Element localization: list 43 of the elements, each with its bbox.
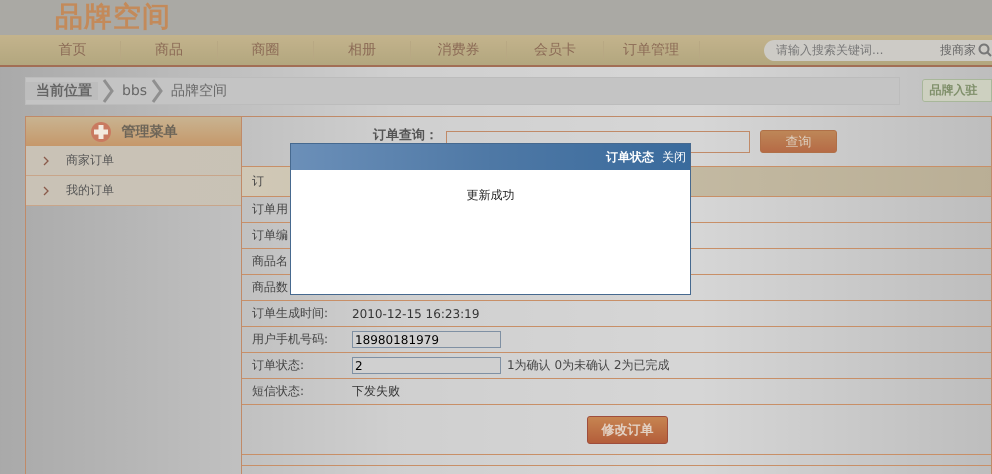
search-button[interactable]: 搜商家 bbox=[940, 42, 976, 58]
sidebar-item[interactable]: 我的订单 bbox=[26, 176, 241, 206]
search-icon bbox=[978, 43, 992, 57]
nav-link[interactable]: 订单管理 bbox=[604, 41, 700, 59]
breadcrumb-title: 当前位置 bbox=[26, 82, 98, 100]
input-field[interactable]: 18980181979 bbox=[352, 331, 501, 348]
nav-link[interactable]: 相册 bbox=[314, 41, 411, 59]
logo-text: 品牌空间 bbox=[55, 0, 172, 34]
field-label: 商品数 bbox=[252, 279, 289, 296]
field-value: 2010-12-15 16:23:19 bbox=[352, 306, 480, 320]
field-label: 用户手机号码: bbox=[252, 331, 330, 348]
nav-link[interactable]: 首页 bbox=[25, 41, 122, 59]
nav-link[interactable]: 消费券 bbox=[410, 41, 508, 59]
hint-text: 1为确认 0为未确认 2为已完成 bbox=[507, 357, 670, 374]
field-label: 订单状态: bbox=[252, 357, 306, 374]
field-label: 短信状态: bbox=[252, 383, 306, 400]
sidebar-item[interactable]: 商家订单 bbox=[26, 146, 241, 176]
nav-link[interactable]: 商品 bbox=[121, 41, 218, 59]
chevron-icon bbox=[102, 78, 114, 104]
search-field[interactable]: 请输入搜索关键词... 搜商家 bbox=[764, 40, 992, 60]
query-button[interactable]: 查询 bbox=[760, 130, 837, 153]
breadcrumb-link[interactable]: bbs bbox=[122, 82, 148, 98]
nav-link[interactable]: 会员卡 bbox=[507, 41, 604, 59]
field-label: 订单编 bbox=[252, 227, 289, 244]
plus-icon bbox=[90, 120, 112, 142]
chevron-icon bbox=[43, 156, 49, 166]
submit-button[interactable]: 修改订单 bbox=[587, 416, 668, 444]
query-label: 订单查询： bbox=[373, 127, 438, 144]
field-label: 商品名 bbox=[252, 253, 289, 270]
chevron-icon bbox=[43, 186, 49, 196]
close-link[interactable]: 关闭 bbox=[662, 148, 686, 166]
chevron-icon bbox=[151, 78, 164, 104]
field-value: 下发失败 bbox=[352, 383, 400, 400]
dialog-title: 订单状态 bbox=[606, 148, 654, 166]
sidebar-title: 管理菜单 bbox=[122, 122, 178, 140]
nav-link[interactable]: 商圈 bbox=[218, 41, 314, 59]
field-label: 订单用 bbox=[252, 201, 289, 218]
join-button[interactable]: 品牌入驻 bbox=[922, 79, 992, 102]
header-text: 订 bbox=[252, 173, 264, 190]
dialog-message: 更新成功 bbox=[466, 188, 514, 202]
input-field[interactable]: 2 bbox=[352, 357, 501, 374]
field-label: 订单生成时间: bbox=[252, 305, 330, 322]
breadcrumb-link[interactable]: 品牌空间 bbox=[171, 82, 228, 100]
